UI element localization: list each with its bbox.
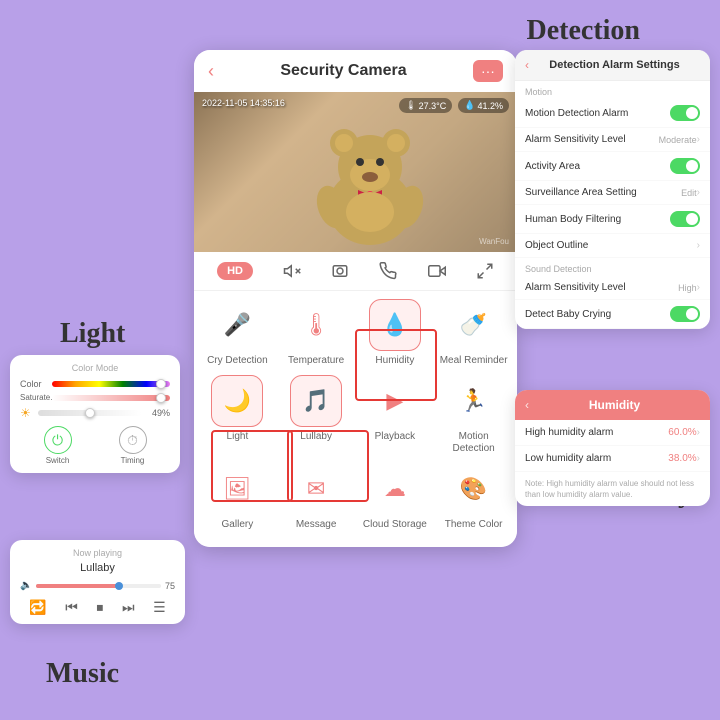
detection-sensitivity-row[interactable]: Alarm Sensitivity Level Moderate › <box>515 128 710 152</box>
motion-alarm-toggle[interactable] <box>670 105 700 121</box>
light-timing-button[interactable]: ⏱ Timing <box>119 426 147 465</box>
grid-item-message[interactable]: ✉ Message <box>280 463 352 531</box>
detection-motion-section: Motion <box>515 81 710 99</box>
grid-item-gallery[interactable]: 🖼 Gallery <box>201 463 273 531</box>
phone-container: ‹ Security Camera ··· 2022-11-05 14:35:1… <box>194 50 517 547</box>
humidity-note: Note: High humidity alarm value should n… <box>515 472 710 506</box>
saturation-slider-row: Saturate. <box>20 393 170 402</box>
mute-button[interactable] <box>283 262 301 280</box>
grid-row-3: 🖼 Gallery ✉ Message ☁ Cloud Storage 🎨 Th… <box>198 463 513 531</box>
high-humidity-alarm-row[interactable]: High humidity alarm 60.0% › <box>515 420 710 446</box>
phone-header: ‹ Security Camera ··· <box>194 50 517 92</box>
brightness-slider[interactable] <box>38 410 142 416</box>
activity-area-toggle[interactable] <box>670 158 700 174</box>
saturation-slider[interactable] <box>52 395 170 401</box>
detection-panel-title: Detection Alarm Settings <box>529 59 700 71</box>
music-progress-bar[interactable] <box>36 584 161 588</box>
grid-item-lullaby[interactable]: 🎵 Lullaby <box>280 375 352 455</box>
light-mode-title: Color Mode <box>20 363 170 373</box>
more-button[interactable]: ··· <box>473 60 503 82</box>
light-controls: ⏻ Switch ⏱ Timing <box>20 426 170 465</box>
grid-item-light[interactable]: 🌙 Light <box>201 375 273 455</box>
grid-row-1: 🎤 Cry Detection 🌡 Temperature 💧 Humidity… <box>198 299 513 367</box>
back-button[interactable]: ‹ <box>208 61 214 82</box>
detection-sound-sensitivity-row[interactable]: Alarm Sensitivity Level High › <box>515 276 710 300</box>
volume-icon: 🔈 <box>20 580 32 591</box>
prev-button[interactable]: ⏮ <box>65 599 78 616</box>
detection-surveillance-row[interactable]: Surveillance Area Setting Edit › <box>515 181 710 205</box>
music-section-label: Music <box>46 658 119 690</box>
music-volume-value: 75 <box>165 581 175 591</box>
color-slider-row: Color <box>20 379 170 389</box>
grid-menu: 🎤 Cry Detection 🌡 Temperature 💧 Humidity… <box>194 291 517 547</box>
music-progress-thumb <box>115 582 123 590</box>
baby-crying-toggle[interactable] <box>670 306 700 322</box>
header-title: Security Camera <box>280 62 406 80</box>
grid-item-temperature[interactable]: 🌡 Temperature <box>280 299 352 367</box>
grid-row-2: 🌙 Light 🎵 Lullaby ▶ Playback 🏃 Motion De… <box>198 375 513 455</box>
video-button[interactable] <box>428 262 446 280</box>
next-button[interactable]: ⏭ <box>122 599 135 616</box>
detection-panel-header: ‹ Detection Alarm Settings <box>515 50 710 81</box>
repeat-button[interactable]: 🔁 <box>29 599 46 616</box>
music-panel: Now playing Lullaby 🔈 75 🔁 ⏮ ⏹ ⏭ ☰ <box>10 540 185 624</box>
grid-item-cloud-storage[interactable]: ☁ Cloud Storage <box>359 463 431 531</box>
control-bar: HD <box>194 252 517 291</box>
music-panel-title: Now playing <box>20 548 175 558</box>
detection-baby-crying-row: Detect Baby Crying <box>515 300 710 329</box>
detection-activity-row: Activity Area <box>515 152 710 181</box>
light-panel: Color Mode Color Saturate. ☀ 49% ⏻ Switc… <box>10 355 180 473</box>
grid-item-meal-reminder[interactable]: 🍼 Meal Reminder <box>438 299 510 367</box>
light-section-label: Light <box>60 318 125 350</box>
camera-feed: 2022-11-05 14:35:16 🌡27.3°C 💧41.2% <box>194 92 517 252</box>
detection-object-outline-row[interactable]: Object Outline › <box>515 234 710 258</box>
human-filtering-toggle[interactable] <box>670 211 700 227</box>
detection-section-label: Detection <box>526 15 640 47</box>
light-switch-button[interactable]: ⏻ Switch <box>44 426 72 465</box>
music-song-name: Lullaby <box>20 562 175 574</box>
grid-item-motion-detection[interactable]: 🏃 Motion Detection <box>438 375 510 455</box>
humidity-badge: 💧41.2% <box>458 98 509 113</box>
low-humidity-alarm-row[interactable]: Low humidity alarm 38.0% › <box>515 446 710 472</box>
detection-motion-alarm-row: Motion Detection Alarm <box>515 99 710 128</box>
music-controls: 🔁 ⏮ ⏹ ⏭ ☰ <box>20 599 175 616</box>
brightness-value: 49% <box>142 408 170 418</box>
color-slider[interactable] <box>52 381 170 387</box>
grid-item-cry-detection[interactable]: 🎤 Cry Detection <box>201 299 273 367</box>
detection-panel: ‹ Detection Alarm Settings Motion Motion… <box>515 50 710 329</box>
detection-sound-section: Sound Detection <box>515 258 710 276</box>
detection-human-filter-row: Human Body Filtering <box>515 205 710 234</box>
grid-item-theme-color[interactable]: 🎨 Theme Color <box>438 463 510 531</box>
music-progress-fill <box>36 584 117 588</box>
camera-timestamp: 2022-11-05 14:35:16 <box>202 98 285 108</box>
humidity-panel: ‹ Humidity High humidity alarm 60.0% › L… <box>515 390 710 506</box>
brightness-slider-row: ☀ 49% <box>20 406 170 420</box>
playlist-button[interactable]: ☰ <box>153 599 166 616</box>
stop-button[interactable]: ⏹ <box>96 599 103 616</box>
camera-watermark: WanFou <box>479 237 509 246</box>
grid-item-humidity[interactable]: 💧 Humidity <box>359 299 431 367</box>
screenshot-button[interactable] <box>331 262 349 280</box>
humidity-panel-header: ‹ Humidity <box>515 390 710 420</box>
fullscreen-button[interactable] <box>476 262 494 280</box>
teddy-bear-image <box>300 107 440 247</box>
music-progress-row: 🔈 75 <box>20 580 175 591</box>
brightness-icon: ☀ <box>20 406 34 420</box>
hd-button[interactable]: HD <box>217 262 253 280</box>
call-button[interactable] <box>379 262 397 280</box>
humidity-panel-title: Humidity <box>529 398 700 412</box>
grid-item-playback[interactable]: ▶ Playback <box>359 375 431 455</box>
